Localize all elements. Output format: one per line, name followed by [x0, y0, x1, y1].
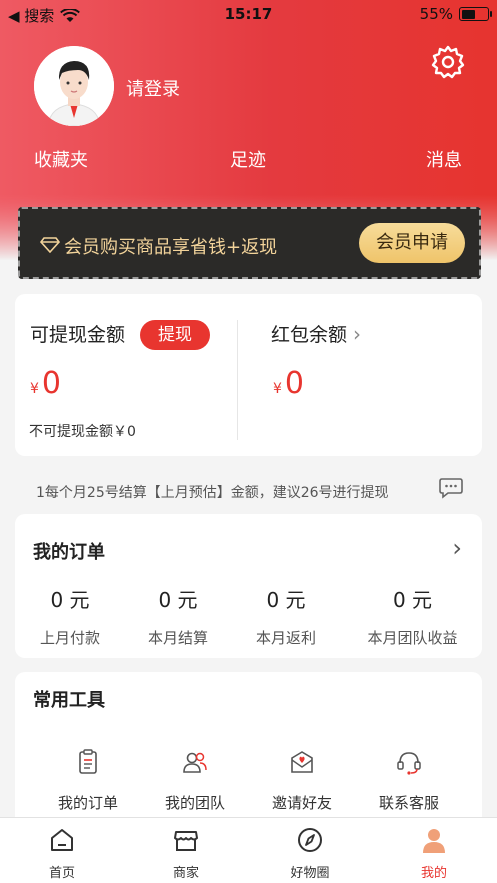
stat-value: 0 元	[50, 588, 90, 612]
store-icon	[174, 831, 198, 851]
stat-value: 0 元	[158, 588, 198, 612]
compass-icon	[298, 828, 322, 852]
stat-label: 上月付款	[39, 629, 100, 647]
bottom-tabbar: 首页 商家 好物圈 我的	[0, 817, 497, 883]
clipboard-icon	[79, 749, 97, 774]
tool-customer-service[interactable]: 联系客服	[359, 748, 459, 813]
red-packet-label: 红包余额	[271, 324, 348, 346]
withdraw-button[interactable]: 提现	[140, 320, 210, 350]
wallet-divider	[237, 320, 238, 440]
tab-home[interactable]: 首页	[22, 826, 102, 881]
stat-team-income[interactable]: 0 元 本月团队收益	[355, 584, 470, 648]
settings-gear-icon[interactable]	[430, 44, 466, 80]
stat-label: 本月结算	[147, 629, 208, 647]
stat-label: 本月团队收益	[367, 629, 458, 647]
withdrawable-value: 0	[41, 366, 62, 401]
stat-last-month-paid[interactable]: 0 元 上月付款	[15, 584, 125, 648]
login-link[interactable]: 请登录	[126, 75, 180, 101]
headset-icon	[397, 752, 421, 775]
battery-icon	[459, 7, 492, 21]
orders-title: 我的订单	[33, 542, 105, 563]
battery-fill	[461, 9, 476, 19]
orders-card: 我的订单 › 0 元 上月付款 0 元 本月结算 0 元 本月返利 0 元 本月…	[15, 514, 482, 658]
footprint-link[interactable]: 足迹	[230, 146, 266, 172]
battery-percent: 55%	[419, 5, 453, 23]
wallet-card: 可提现金额 提现 ¥0 不可提现金额￥0 红包余额 › ¥0	[15, 294, 482, 456]
messages-link[interactable]: 消息	[426, 146, 462, 172]
stat-label: 本月返利	[255, 629, 316, 647]
favorites-link[interactable]: 收藏夹	[34, 146, 88, 172]
tool-label: 我的团队	[164, 794, 225, 812]
tab-label: 商家	[172, 866, 199, 881]
avatar-illustration	[34, 46, 114, 126]
person-icon	[423, 829, 445, 853]
red-packet-link[interactable]: 红包余额 ›	[271, 320, 361, 347]
team-icon	[183, 752, 207, 773]
status-bar: ◀ 搜索 15:17 55%	[0, 0, 497, 28]
tab-good-stuff[interactable]: 好物圈	[270, 826, 350, 881]
tool-label: 邀请好友	[271, 794, 332, 812]
chat-bubble-icon[interactable]	[438, 477, 464, 499]
tools-title: 常用工具	[33, 690, 105, 711]
vip-promo-text: 会员购买商品享省钱+返现	[64, 237, 278, 258]
diamond-icon	[40, 237, 60, 253]
tab-merchants[interactable]: 商家	[146, 826, 226, 881]
vip-apply-button[interactable]: 会员申请	[359, 223, 465, 263]
withdrawable-amount: ¥0	[30, 366, 61, 401]
stat-value: 0 元	[266, 588, 306, 612]
non-withdrawable-text: 不可提现金额￥0	[29, 424, 136, 440]
tool-invite-friends[interactable]: 邀请好友	[252, 748, 352, 813]
invite-envelope-icon	[291, 751, 313, 773]
currency-symbol: ¥	[30, 381, 39, 397]
home-icon	[51, 829, 73, 851]
stat-month-rebate[interactable]: 0 元 本月返利	[231, 584, 341, 648]
currency-symbol: ¥	[273, 381, 282, 397]
tab-label: 首页	[48, 866, 75, 881]
withdrawable-label: 可提现金额	[30, 324, 126, 346]
chevron-right-icon: ›	[353, 322, 362, 346]
red-packet-value: 0	[284, 366, 305, 401]
tools-card: 常用工具 我的订单 我的团队 邀请好友 联系客服	[15, 672, 482, 822]
chevron-right-icon[interactable]: ›	[452, 534, 462, 562]
stat-value: 0 元	[392, 588, 433, 612]
settlement-notice: 1每个月25号结算【上月预估】金额，建议26号进行提现	[36, 485, 389, 501]
tool-label: 我的订单	[57, 794, 118, 812]
tab-mine[interactable]: 我的	[394, 826, 474, 881]
vip-banner: 会员购买商品享省钱+返现 会员申请	[18, 207, 481, 279]
avatar[interactable]	[34, 46, 114, 126]
tool-label: 联系客服	[378, 794, 439, 812]
tool-my-team[interactable]: 我的团队	[145, 748, 245, 813]
tab-label: 我的	[420, 866, 447, 881]
red-packet-amount: ¥0	[273, 366, 304, 401]
tab-label: 好物圈	[290, 866, 330, 881]
stat-month-settled[interactable]: 0 元 本月结算	[123, 584, 233, 648]
tool-my-orders[interactable]: 我的订单	[38, 748, 138, 813]
